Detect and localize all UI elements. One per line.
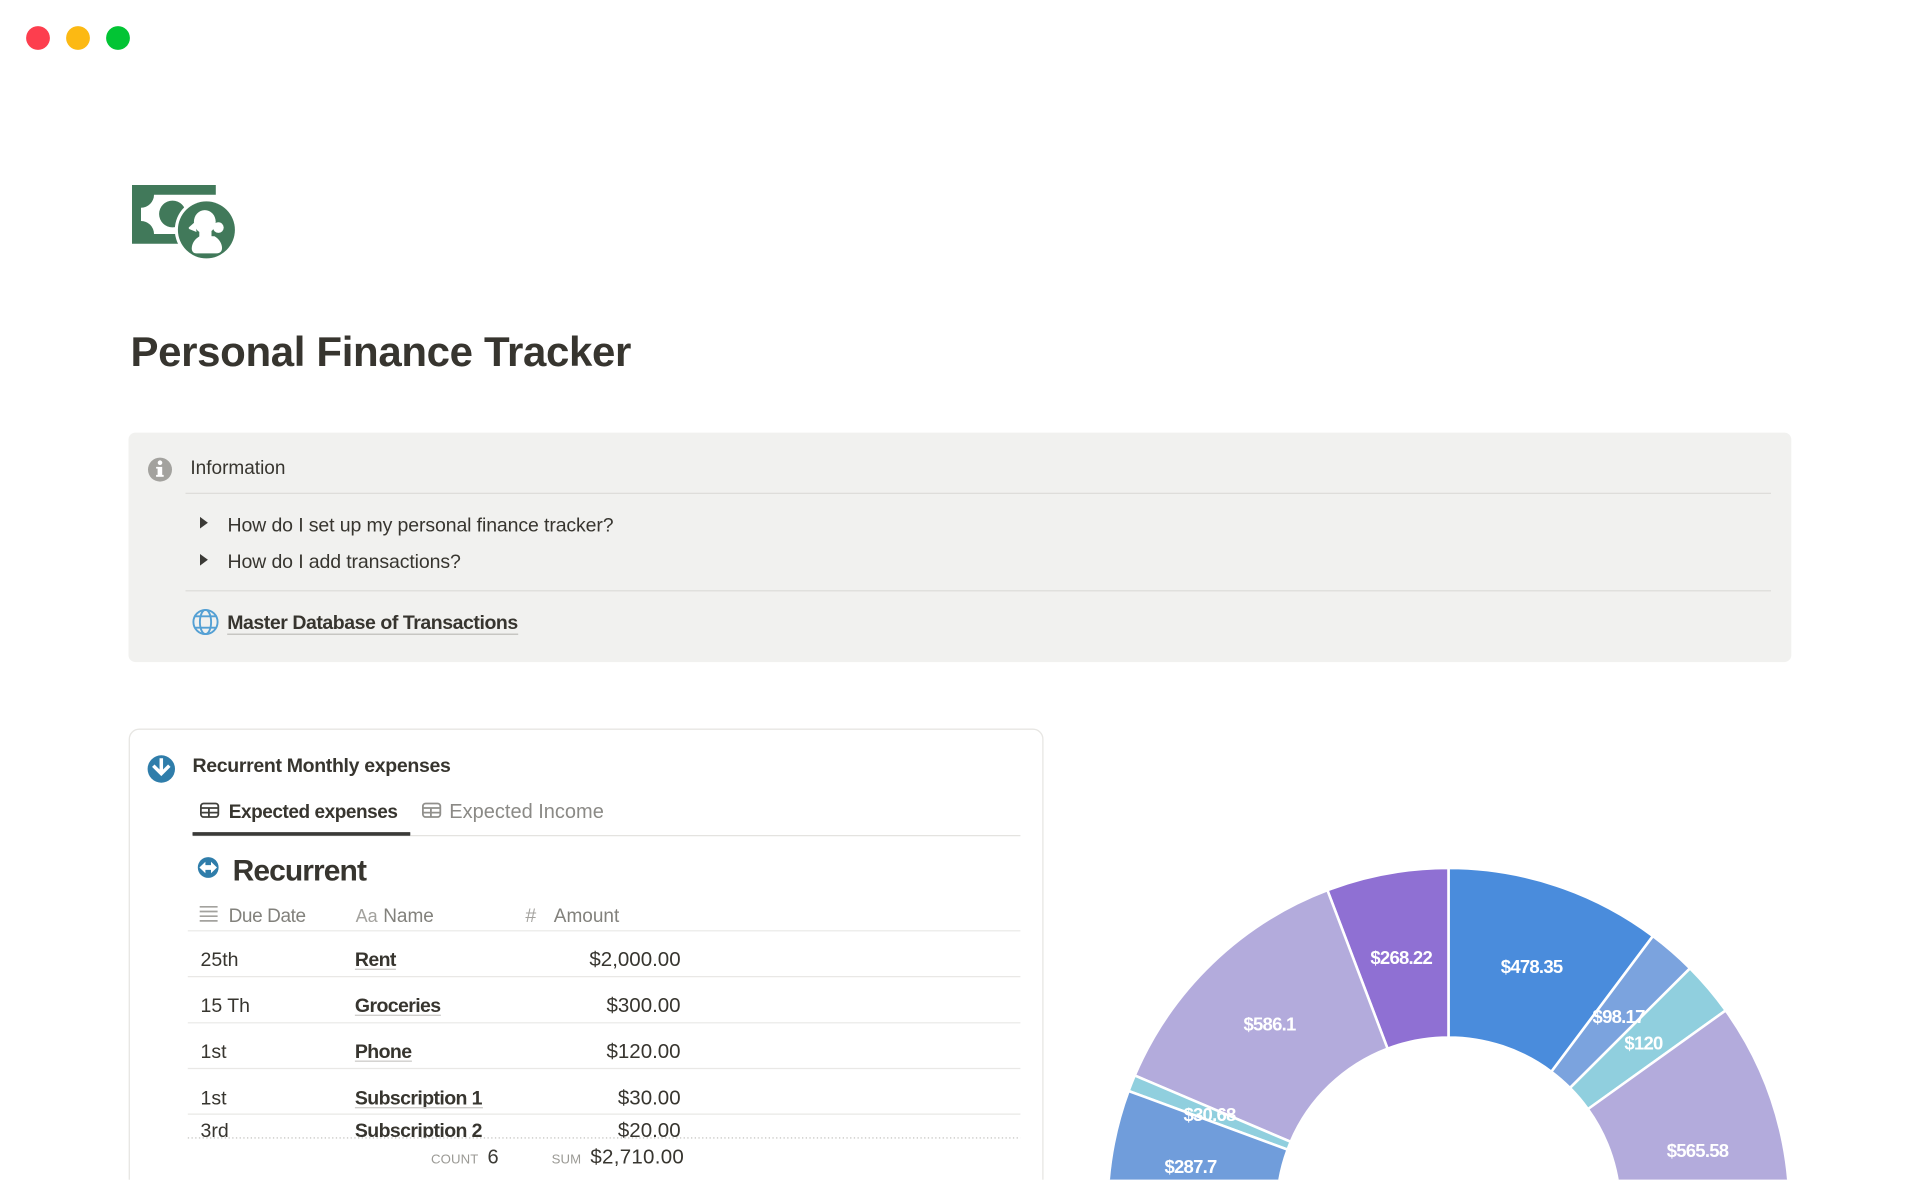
svg-text:Subscription 1: Subscription 1 [355, 1087, 483, 1109]
svg-text:$478.35: $478.35 [1501, 956, 1563, 977]
svg-text:$565.58: $565.58 [1667, 1140, 1729, 1161]
svg-text:Rent: Rent [355, 949, 397, 971]
svg-text:Aa: Aa [356, 906, 379, 926]
svg-text:How do I set up my personal fi: How do I set up my personal finance trac… [228, 514, 614, 536]
svg-text:Recurrent: Recurrent [233, 855, 367, 888]
svg-text:Recurrent Monthly expenses: Recurrent Monthly expenses [193, 755, 451, 777]
svg-text:1st: 1st [201, 1041, 228, 1063]
svg-text:SUM: SUM [552, 1152, 582, 1167]
svg-text:$268.22: $268.22 [1370, 947, 1432, 968]
svg-text:Master Database of Transaction: Master Database of Transactions [227, 612, 518, 634]
svg-text:Groceries: Groceries [355, 995, 441, 1017]
svg-text:$120.00: $120.00 [606, 1040, 680, 1063]
svg-text:How do I add transactions?: How do I add transactions? [228, 551, 461, 573]
svg-text:25th: 25th [201, 949, 239, 971]
svg-text:$30.68: $30.68 [1183, 1104, 1236, 1125]
svg-text:Name: Name [383, 906, 434, 927]
svg-text:$287.7: $287.7 [1164, 1156, 1217, 1177]
svg-text:Due Date: Due Date [229, 906, 306, 927]
svg-text:1st: 1st [201, 1087, 228, 1109]
svg-text:Phone: Phone [355, 1041, 412, 1063]
svg-text:15 Th: 15 Th [201, 995, 251, 1017]
svg-text:#: # [525, 905, 536, 927]
svg-text:$2,000.00: $2,000.00 [589, 948, 680, 971]
svg-text:Expected expenses: Expected expenses [229, 802, 398, 823]
svg-text:Personal Finance Tracker: Personal Finance Tracker [131, 328, 632, 375]
svg-text:Information: Information [190, 458, 285, 479]
svg-text:$30.00: $30.00 [618, 1086, 681, 1109]
svg-text:$300.00: $300.00 [606, 994, 680, 1017]
svg-text:Expected Income: Expected Income [449, 801, 604, 823]
svg-text:Amount: Amount [554, 906, 620, 927]
svg-text:$120: $120 [1624, 1033, 1663, 1054]
svg-text:6: 6 [488, 1147, 499, 1169]
svg-text:COUNT: COUNT [431, 1152, 478, 1167]
svg-text:$586.1: $586.1 [1243, 1014, 1296, 1035]
svg-text:$2,710.00: $2,710.00 [590, 1146, 684, 1169]
svg-text:$98.17: $98.17 [1593, 1006, 1646, 1027]
